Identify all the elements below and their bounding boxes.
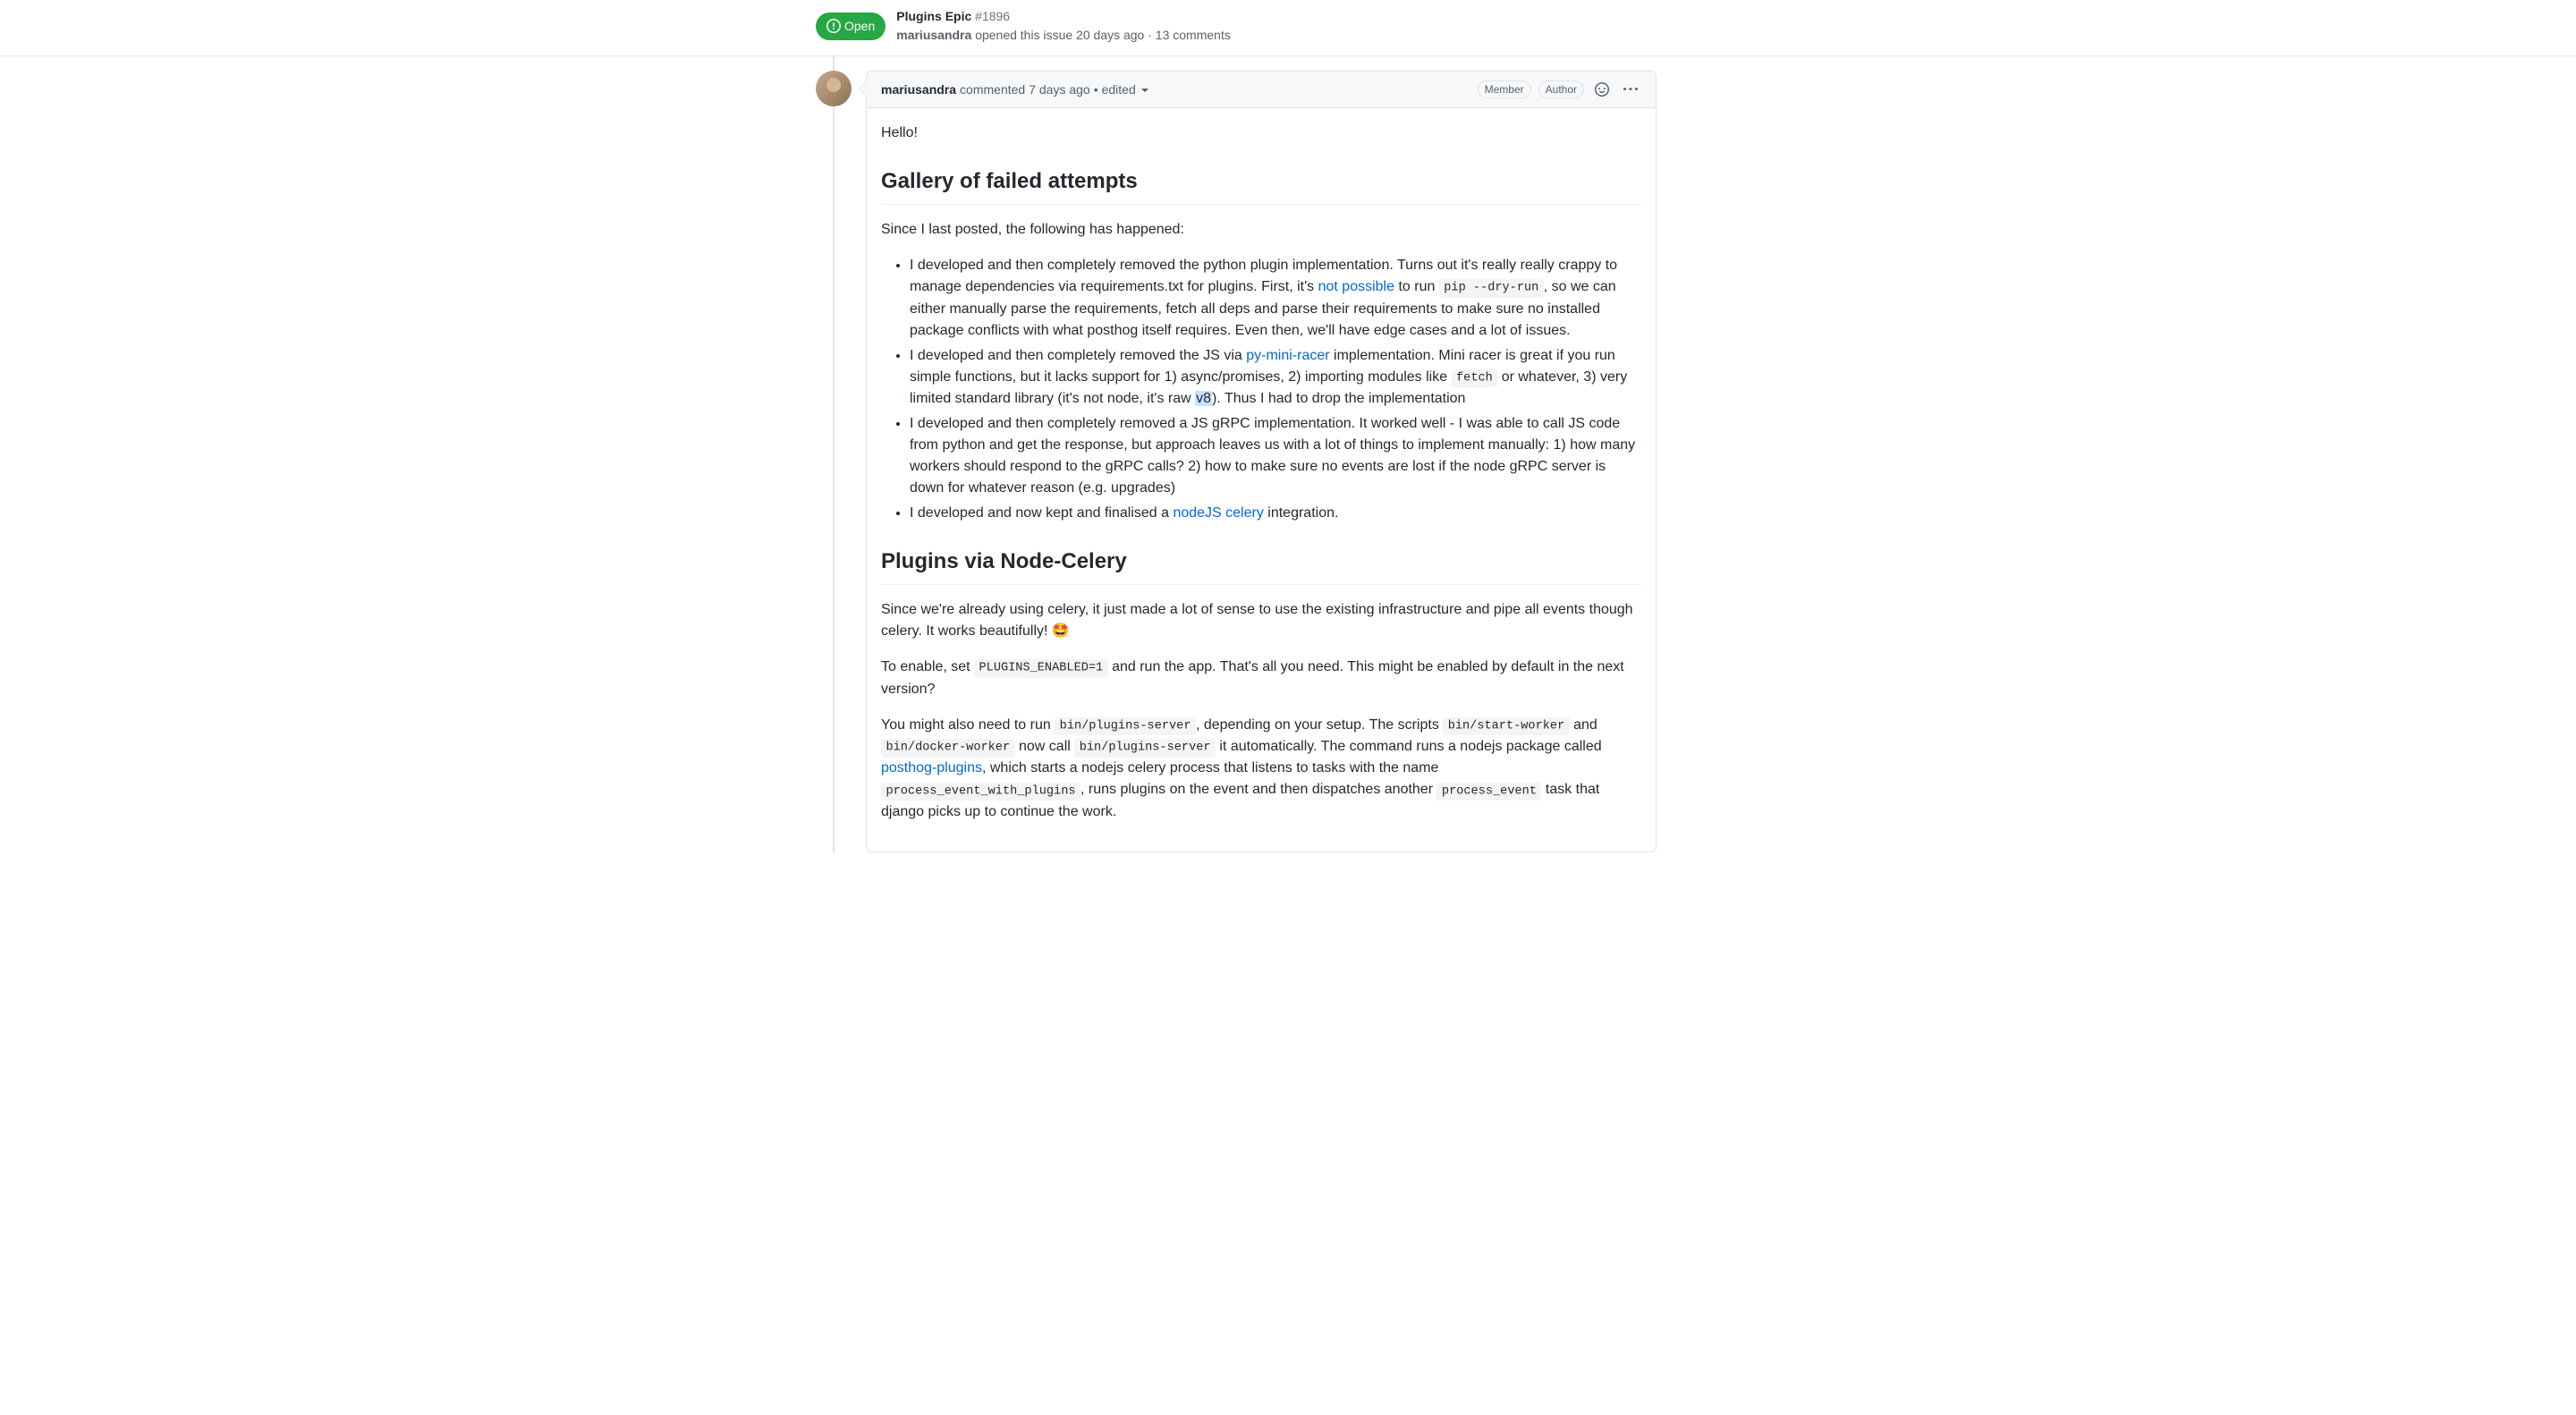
link-nodejs-celery[interactable]: nodeJS celery (1173, 505, 1263, 521)
issue-subline: mariusandra opened this issue 20 days ag… (896, 26, 1231, 45)
link-posthog-plugins[interactable]: posthog-plugins (881, 760, 982, 775)
kebab-icon (1623, 82, 1638, 97)
issue-open-icon (826, 19, 841, 33)
issue-number: #1896 (975, 9, 1010, 23)
body-text: You might also need to run bin/plugins-s… (881, 715, 1641, 823)
kebab-menu-button[interactable] (1620, 79, 1641, 100)
inline-code: bin/plugins-server (1074, 739, 1216, 757)
comment-author-link[interactable]: mariusandra (881, 80, 956, 99)
sticky-issue-header: Open Plugins Epic #1896 mariusandra open… (0, 0, 2576, 56)
inline-code: process_event (1436, 783, 1541, 801)
link-py-mini-racer[interactable]: py-mini-racer (1246, 348, 1329, 363)
highlighted-text: v8 (1195, 391, 1212, 406)
issue-opener[interactable]: mariusandra (896, 28, 971, 42)
comment-body: Hello! Gallery of failed attempts Since … (867, 108, 1656, 852)
issue-state-text: Open (844, 17, 875, 36)
inline-code: bin/start-worker (1443, 717, 1569, 735)
link-not-possible[interactable]: not possible (1318, 279, 1394, 294)
inline-code: bin/docker-worker (881, 739, 1015, 757)
heading-gallery: Gallery of failed attempts (881, 165, 1641, 205)
author-badge: Author (1538, 80, 1584, 98)
inline-code: PLUGINS_ENABLED=1 (974, 659, 1108, 677)
avatar[interactable] (816, 71, 852, 106)
inline-code: pip --dry-run (1439, 279, 1544, 297)
inline-code: process_event_with_plugins (881, 783, 1080, 801)
body-text: Since I last posted, the following has h… (881, 219, 1641, 241)
smiley-icon (1595, 82, 1609, 97)
failed-attempts-list: I developed and then completely removed … (881, 255, 1641, 524)
list-item: I developed and then completely removed … (910, 345, 1641, 410)
list-item: I developed and then completely removed … (910, 413, 1641, 499)
body-text: Hello! (881, 123, 1641, 144)
edited-dropdown[interactable]: edited (1102, 80, 1148, 99)
list-item: I developed and then completely removed … (910, 255, 1641, 341)
comment-header: mariusandra commented 7 days ago • edite… (867, 72, 1656, 108)
heading-plugins: Plugins via Node-Celery (881, 546, 1641, 585)
issue-title[interactable]: Plugins Epic (896, 9, 971, 23)
comment: mariusandra commented 7 days ago • edite… (816, 71, 1657, 852)
inline-code: fetch (1452, 369, 1498, 387)
comment-timestamp[interactable]: 7 days ago (1029, 80, 1090, 99)
list-item: I developed and now kept and finalised a… (910, 503, 1641, 524)
caret-down-icon (1141, 89, 1148, 92)
commented-label: commented (960, 80, 1025, 99)
body-text: To enable, set PLUGINS_ENABLED=1 and run… (881, 657, 1641, 699)
add-reaction-button[interactable] (1591, 79, 1613, 100)
issue-state-badge: Open (816, 13, 886, 40)
inline-code: bin/plugins-server (1055, 717, 1196, 735)
body-text: Since we're already using celery, it jus… (881, 599, 1641, 642)
member-badge: Member (1478, 80, 1531, 98)
